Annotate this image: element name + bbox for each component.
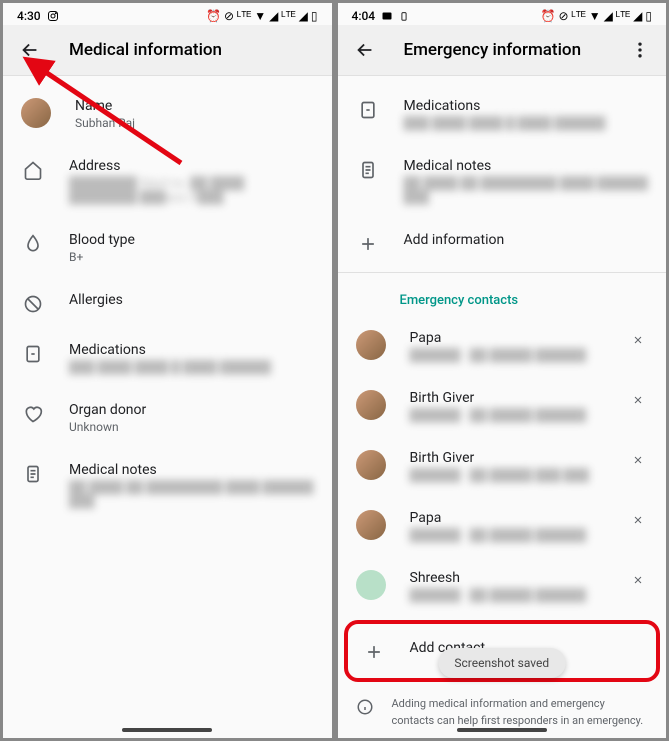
contact-row[interactable]: Birth Giver ██████ · ██ █████ ██████ xyxy=(338,376,667,436)
avatar xyxy=(356,390,386,420)
field-medical-notes[interactable]: Medical notes ██ ████ ██ █████████ ████ … xyxy=(3,448,332,522)
app-bar: Medical information xyxy=(3,25,332,76)
contacts-header: Emergency contacts xyxy=(338,277,667,316)
plus-icon xyxy=(358,234,378,254)
phone-right: 4:04 ⏰ ⊘ ᴸᵀᴱ ▼ ◢ ᴸᵀᴱ ◢ ▯ Emergency infor… xyxy=(335,0,669,741)
nav-bar[interactable] xyxy=(122,728,212,732)
pill-icon xyxy=(23,344,43,364)
contact-row[interactable]: Papa ██████ · ██ █████ ██████ xyxy=(338,496,667,556)
instagram-icon xyxy=(47,10,59,22)
info-icon xyxy=(356,698,374,716)
block-icon xyxy=(23,294,43,314)
contact-detail: ██████ · ██ █████ ██████ xyxy=(410,588,605,602)
field-value: ██ ████ ██ █████████ ████ ██████ ███ xyxy=(69,480,314,508)
status-icons: ⏰ ⊘ ᴸᵀᴱ ▼ ◢ ᴸᵀᴱ ◢ ▯ xyxy=(206,9,317,23)
home-icon xyxy=(23,160,43,180)
close-icon[interactable] xyxy=(628,330,648,350)
app-bar: Emergency information xyxy=(338,25,667,76)
close-icon[interactable] xyxy=(628,570,648,590)
message-icon xyxy=(381,10,393,22)
field-label: Medications xyxy=(404,98,649,114)
field-blood-type[interactable]: Blood type B+ xyxy=(3,218,332,278)
field-value: ████████ Ward no. ██ ████ ████████ ███ip… xyxy=(69,176,314,204)
close-icon[interactable] xyxy=(628,450,648,470)
blood-icon xyxy=(23,234,43,254)
close-icon[interactable] xyxy=(628,510,648,530)
field-label: Blood type xyxy=(69,232,314,248)
back-icon[interactable] xyxy=(354,39,376,61)
field-label: Organ donor xyxy=(69,402,314,418)
contact-row[interactable]: Papa ██████ · ██ █████ ██████ xyxy=(338,316,667,376)
overflow-menu-icon[interactable] xyxy=(630,40,650,60)
page-title: Emergency information xyxy=(404,40,582,60)
contact-row[interactable]: Birth Giver ██████ · ██ █████ ███ ███ xyxy=(338,436,667,496)
contact-detail: ██████ · ██ █████ ███ ███ xyxy=(410,468,605,482)
contact-name: Birth Giver xyxy=(410,450,605,466)
field-label: Medical notes xyxy=(404,158,649,174)
status-icons: ⏰ ⊘ ᴸᵀᴱ ▼ ◢ ᴸᵀᴱ ◢ ▯ xyxy=(541,9,652,23)
name-value: Subhan Raj xyxy=(75,116,314,130)
field-label: Add information xyxy=(404,232,649,248)
page-title: Medical information xyxy=(69,40,222,60)
plus-icon xyxy=(364,642,384,662)
avatar xyxy=(356,510,386,540)
avatar xyxy=(356,450,386,480)
contact-name: Shreesh xyxy=(410,570,605,586)
status-bar: 4:04 ⏰ ⊘ ᴸᵀᴱ ▼ ◢ ᴸᵀᴱ ◢ ▯ xyxy=(338,3,667,25)
profile-row[interactable]: Name Subhan Raj xyxy=(3,84,332,144)
contact-name: Papa xyxy=(410,510,605,526)
notes-icon xyxy=(23,464,43,484)
field-label: Allergies xyxy=(69,292,314,308)
field-value: B+ xyxy=(69,250,314,264)
field-value: ███ ████ ████ █ ████ ██████ xyxy=(404,116,649,130)
phone-left: 4:30 ⏰ ⊘ ᴸᵀᴱ ▼ ◢ ᴸᵀᴱ ◢ ▯ Medical informa… xyxy=(0,0,335,741)
field-label: Address xyxy=(69,158,314,174)
contact-name: Birth Giver xyxy=(410,390,605,406)
contact-detail: ██████ · ██ █████ ██████ xyxy=(410,528,605,542)
info-text-1: Adding medical information and emergency… xyxy=(392,696,649,729)
field-medical-notes[interactable]: Medical notes ██ ████ ██ █████████ ████ … xyxy=(338,144,667,218)
heart-icon xyxy=(23,404,43,424)
nav-bar[interactable] xyxy=(457,728,547,732)
field-value: Unknown xyxy=(69,420,314,434)
avatar xyxy=(21,98,51,128)
close-icon[interactable] xyxy=(628,390,648,410)
content-area: Medications ███ ████ ████ █ ████ ██████ … xyxy=(338,76,667,731)
field-value: ███ ████ ████ █ ████ ██████ xyxy=(69,360,314,374)
pill-icon xyxy=(358,100,378,120)
field-medications[interactable]: Medications ███ ████ ████ █ ████ ██████ xyxy=(338,84,667,144)
avatar xyxy=(356,570,386,600)
info-block: Adding medical information and emergency… xyxy=(338,686,667,731)
field-address[interactable]: Address ████████ Ward no. ██ ████ ██████… xyxy=(3,144,332,218)
avatar xyxy=(356,330,386,360)
field-allergies[interactable]: Allergies xyxy=(3,278,332,328)
toast: Screenshot saved xyxy=(438,648,565,678)
field-value: ██ ████ ██ █████████ ████ ██████ ███ xyxy=(404,176,649,204)
content-area: Name Subhan Raj Address ████████ Ward no… xyxy=(3,76,332,731)
contact-detail: ██████ · ██ █████ ██████ xyxy=(410,408,605,422)
field-medications[interactable]: Medications ███ ████ ████ █ ████ ██████ xyxy=(3,328,332,388)
field-label: Medications xyxy=(69,342,314,358)
contact-name: Papa xyxy=(410,330,605,346)
battery-icon xyxy=(399,10,409,22)
status-time: 4:30 xyxy=(17,9,41,23)
back-icon[interactable] xyxy=(19,39,41,61)
field-label: Medical notes xyxy=(69,462,314,478)
notes-icon xyxy=(358,160,378,180)
name-label: Name xyxy=(75,98,314,114)
add-information-button[interactable]: Add information xyxy=(338,218,667,268)
divider xyxy=(338,272,667,273)
contact-detail: ██████ · ██ █████ ██████ xyxy=(410,348,605,362)
contact-row[interactable]: Shreesh ██████ · ██ █████ ██████ xyxy=(338,556,667,616)
field-organ-donor[interactable]: Organ donor Unknown xyxy=(3,388,332,448)
status-time: 4:04 xyxy=(352,9,376,23)
status-bar: 4:30 ⏰ ⊘ ᴸᵀᴱ ▼ ◢ ᴸᵀᴱ ◢ ▯ xyxy=(3,3,332,25)
